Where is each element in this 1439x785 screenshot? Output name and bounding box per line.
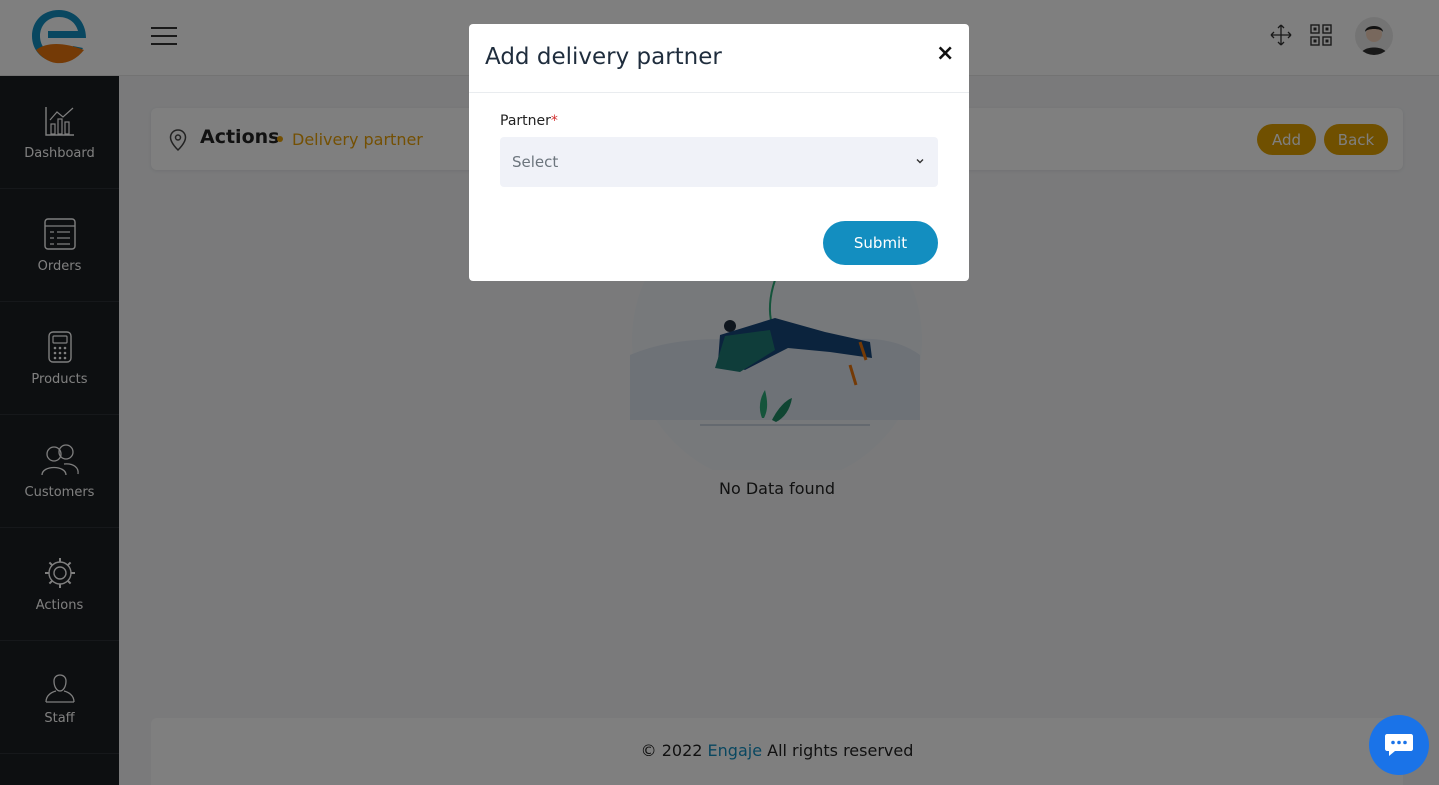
add-delivery-partner-modal: Add delivery partner × Partner* Select S…: [469, 24, 969, 281]
chat-bubble-icon: [1385, 734, 1413, 756]
submit-button[interactable]: Submit: [823, 221, 938, 265]
chat-button[interactable]: [1369, 715, 1429, 775]
modal-header: Add delivery partner ×: [469, 24, 969, 93]
chevron-down-icon: [916, 159, 924, 164]
partner-field-label: Partner*: [500, 113, 558, 129]
partner-select-value: Select: [512, 153, 559, 171]
partner-label-text: Partner: [500, 113, 551, 129]
modal-title: Add delivery partner: [485, 44, 722, 70]
required-mark: *: [550, 113, 558, 129]
close-icon[interactable]: ×: [936, 41, 954, 66]
partner-select[interactable]: Select: [500, 137, 938, 187]
